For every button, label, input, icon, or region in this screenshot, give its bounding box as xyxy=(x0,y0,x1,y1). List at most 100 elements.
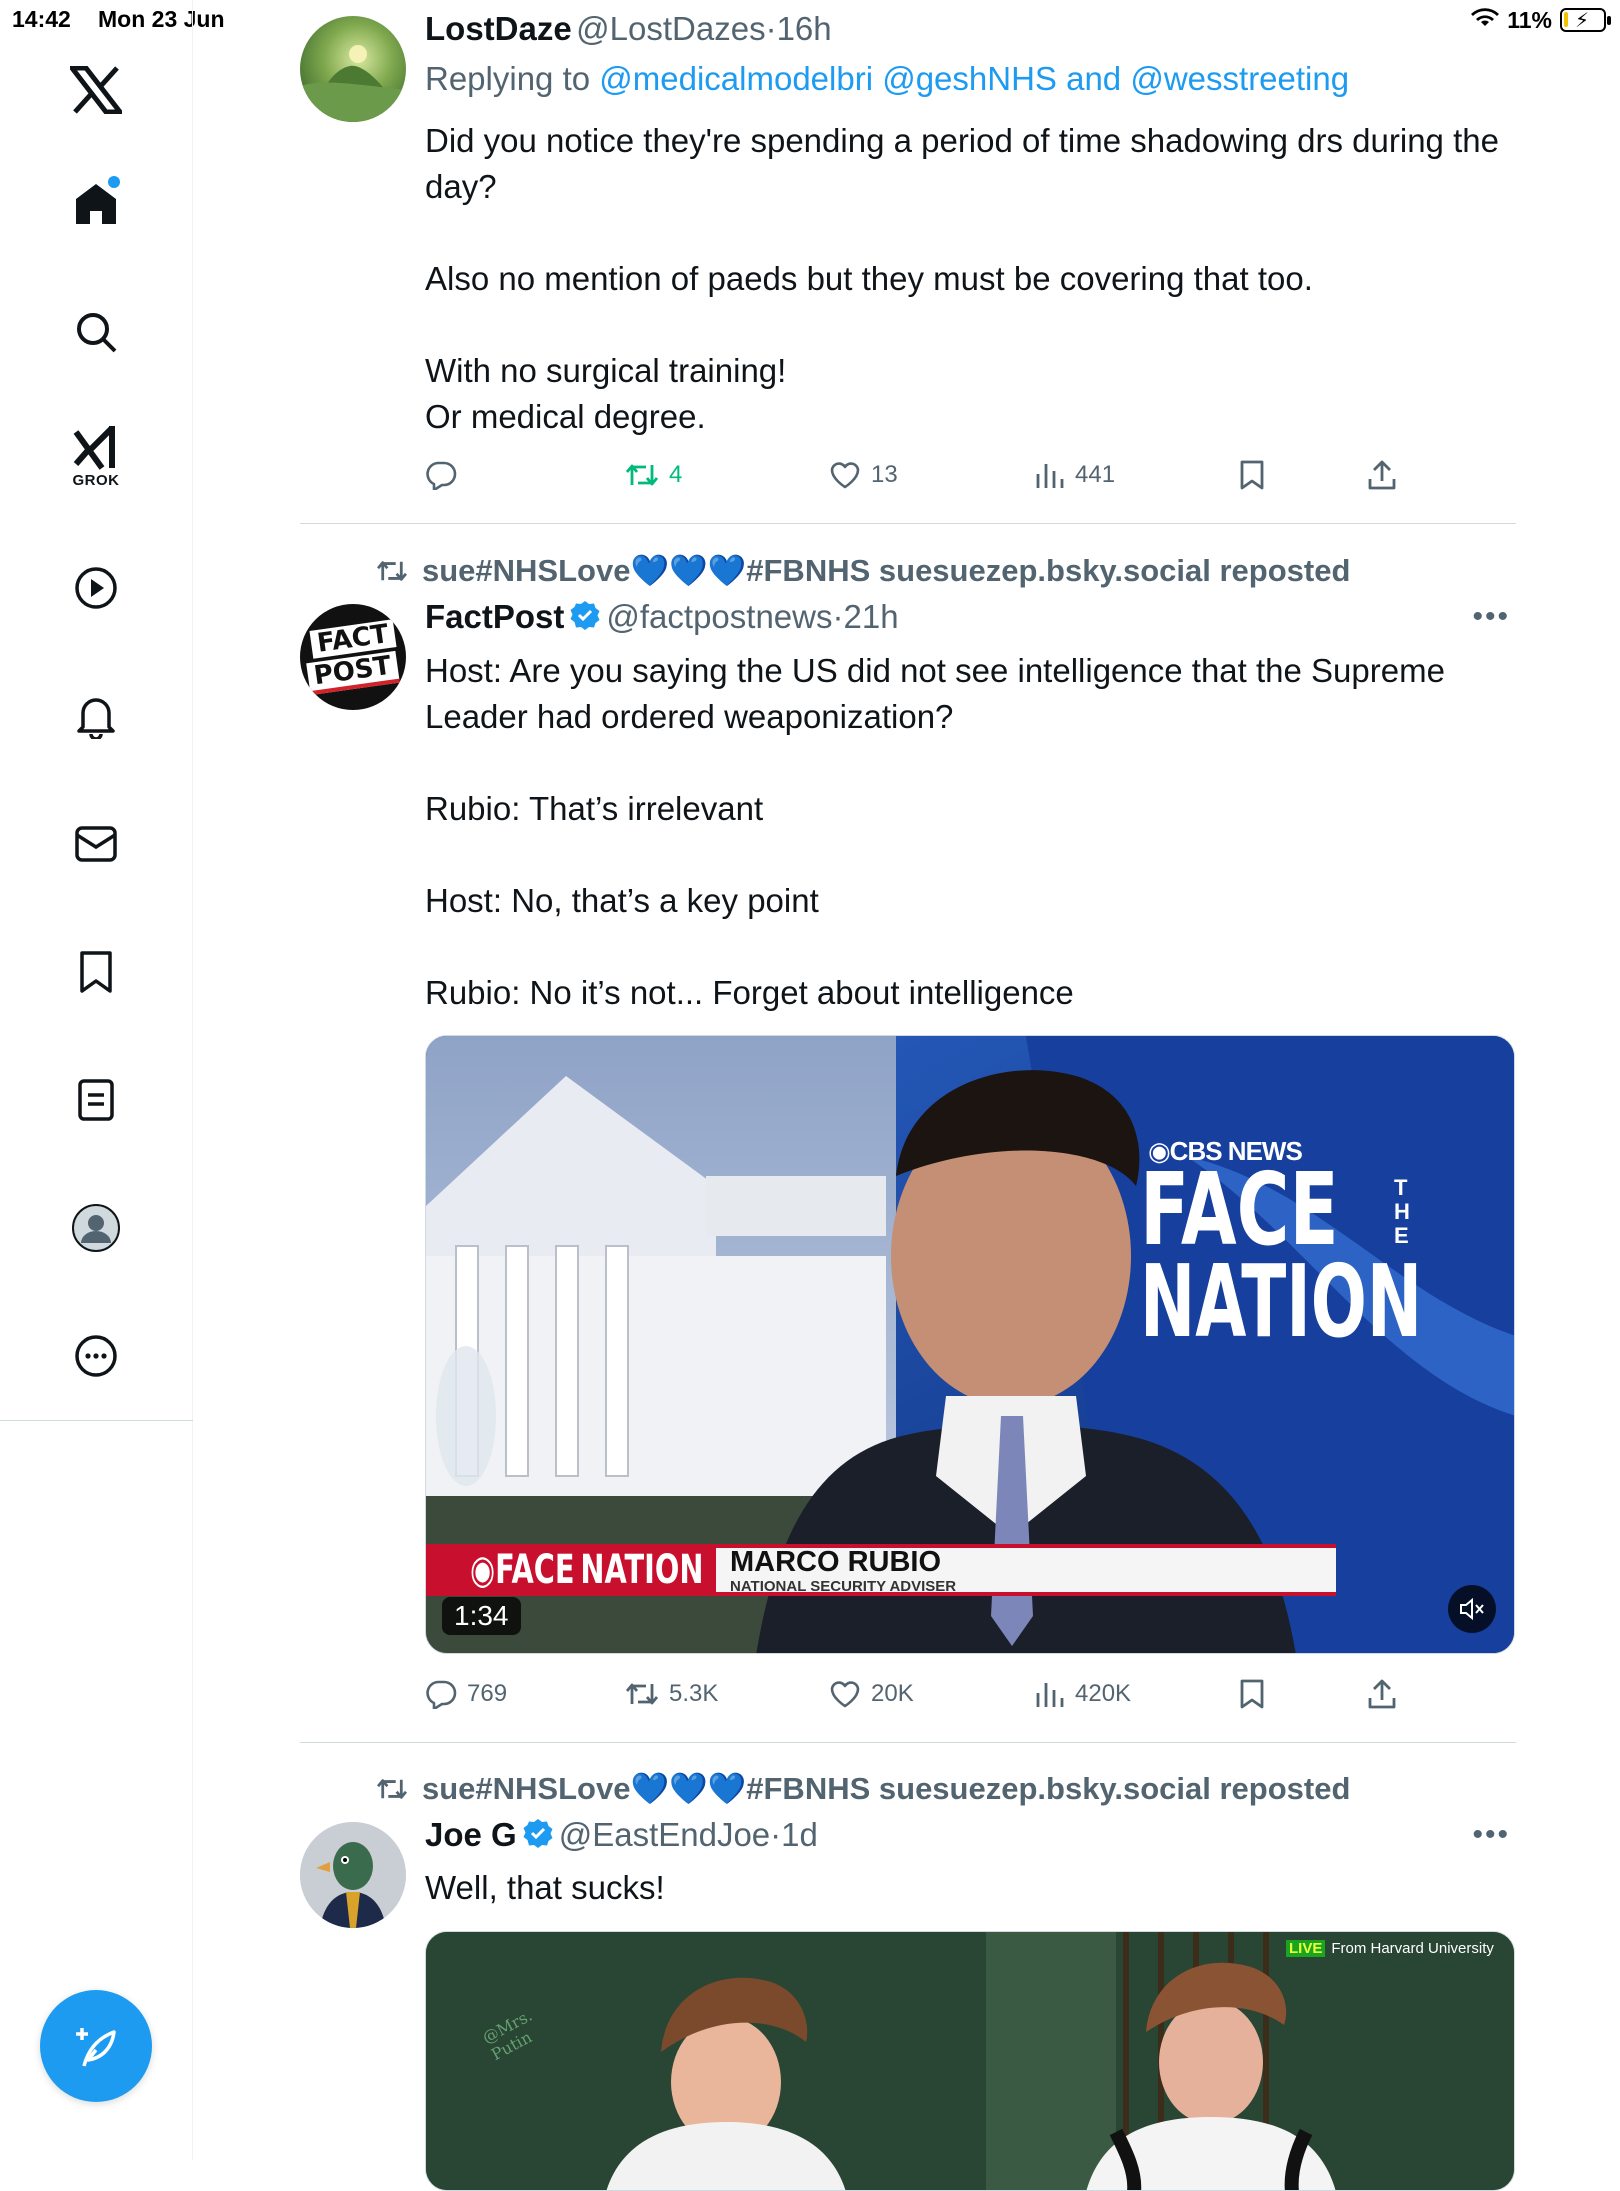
reposted-by[interactable]: sue#NHSLove💙💙💙#FBNHS suesuezep.bsky.soci… xyxy=(422,552,1350,589)
live-badge: LIVE xyxy=(1286,1940,1326,1957)
play-icon xyxy=(75,567,117,609)
like-count: 20K xyxy=(871,1680,914,1707)
sidebar: GROK xyxy=(0,0,193,2160)
guest-name: MARCO RUBIO xyxy=(730,1546,942,1578)
compose-button[interactable] xyxy=(40,1990,152,2102)
tweet-actions: 769 5.3K 20K 420K xyxy=(425,1674,1415,1714)
overlay-text: From Harvard University xyxy=(1331,1940,1494,1957)
heart-icon xyxy=(830,462,860,489)
repost-button[interactable]: 4 xyxy=(625,461,682,489)
tweet-text: Well, that sucks! xyxy=(425,1869,665,1906)
repost-context: sue#NHSLove💙💙💙#FBNHS suesuezep.bsky.soci… xyxy=(376,552,1350,589)
more-options-icon[interactable]: ••• xyxy=(1472,1818,1510,1852)
sidebar-item-notifications[interactable] xyxy=(56,676,136,756)
guest-title: NATIONAL SECURITY ADVISER xyxy=(730,1578,957,1595)
x-logo-icon[interactable] xyxy=(56,50,136,130)
bell-icon xyxy=(77,698,115,739)
video-player[interactable]: ◉CBS NEWS FACE THE NATION ◉FACE NATION M… xyxy=(425,1035,1515,1654)
avatar[interactable]: FACT POST xyxy=(300,604,406,710)
replying-to: Replying to @medicalmodelbri @geshNHS an… xyxy=(425,60,1349,98)
feather-plus-icon xyxy=(76,2028,116,2067)
avatar[interactable] xyxy=(300,16,406,122)
repost-icon xyxy=(625,1683,659,1705)
tweet-text: Did you notice they're spending a period… xyxy=(425,122,1499,435)
display-name[interactable]: Joe G xyxy=(425,1816,517,1854)
share-button[interactable] xyxy=(1367,459,1397,491)
reposted-by[interactable]: sue#NHSLove💙💙💙#FBNHS suesuezep.bsky.soci… xyxy=(422,1770,1350,1807)
handle[interactable]: @EastEndJoe xyxy=(559,1816,770,1854)
grok-label: GROK xyxy=(72,471,120,489)
repost-context: sue#NHSLove💙💙💙#FBNHS suesuezep.bsky.soci… xyxy=(376,1770,1350,1807)
handle[interactable]: @factpostnews xyxy=(606,598,832,636)
display-name[interactable]: LostDaze xyxy=(425,10,572,47)
mute-button[interactable] xyxy=(1448,1585,1496,1633)
bookmark-button[interactable] xyxy=(1239,459,1265,491)
image-overlay: LIVE From Harvard University xyxy=(1286,1940,1494,1957)
heart-icon xyxy=(830,1681,860,1708)
sidebar-item-videos[interactable] xyxy=(56,548,136,628)
repost-icon xyxy=(377,560,407,581)
bookmark-icon xyxy=(1240,1679,1264,1709)
reply-count: 769 xyxy=(467,1680,508,1707)
display-name[interactable]: FactPost xyxy=(425,598,564,636)
repost-button[interactable]: 5.3K xyxy=(625,1680,718,1708)
muted-speaker-icon xyxy=(1460,1597,1484,1621)
tweet-separator xyxy=(300,523,1516,524)
view-count: 441 xyxy=(1075,461,1116,488)
battery-percent: 11% xyxy=(1507,6,1552,33)
reply-button[interactable]: 769 xyxy=(425,1679,507,1709)
sidebar-item-more[interactable] xyxy=(56,1316,136,1396)
more-circle-icon xyxy=(75,1335,117,1377)
like-count: 13 xyxy=(871,461,898,488)
sidebar-item-messages[interactable] xyxy=(56,804,136,884)
tweet-header: Joe G @EastEndJoe · 1d xyxy=(425,1816,818,1854)
show-title-line2: NATION xyxy=(1140,1243,1423,1360)
share-icon xyxy=(1368,460,1396,490)
handle[interactable]: @LostDazes xyxy=(576,10,765,47)
bookmark-icon xyxy=(80,951,112,993)
reply-mentions[interactable]: @medicalmodelbri @geshNHS xyxy=(599,60,1057,97)
sidebar-item-home[interactable] xyxy=(56,164,136,244)
tweet-actions: 4 13 441 xyxy=(425,455,1415,495)
tweet-text: Host: Are you saying the US did not see … xyxy=(425,652,1445,1011)
views-icon xyxy=(1036,464,1064,488)
reply-mention-wes[interactable]: @wesstreeting xyxy=(1130,60,1349,97)
timestamp[interactable]: 16h xyxy=(777,10,832,47)
reply-button[interactable] xyxy=(425,460,467,490)
bookmark-icon xyxy=(1240,460,1264,490)
avatar-icon xyxy=(72,1204,120,1252)
sidebar-item-bookmarks[interactable] xyxy=(56,932,136,1012)
timestamp[interactable]: 21h xyxy=(843,598,898,636)
mail-icon xyxy=(75,826,117,862)
sidebar-item-grok[interactable]: GROK xyxy=(56,416,136,496)
repost-count: 5.3K xyxy=(669,1680,719,1707)
repost-icon xyxy=(625,464,659,486)
list-icon xyxy=(78,1079,114,1121)
search-icon xyxy=(77,313,117,353)
image-frame xyxy=(426,1932,1514,2190)
avatar[interactable] xyxy=(300,1822,406,1928)
sidebar-item-profile[interactable] xyxy=(56,1188,136,1268)
wifi-icon xyxy=(1471,6,1500,34)
video-duration: 1:34 xyxy=(442,1597,521,1635)
grok-icon xyxy=(73,425,115,470)
verified-badge-icon xyxy=(570,600,600,635)
repost-count: 4 xyxy=(669,461,683,488)
sidebar-item-lists[interactable] xyxy=(56,1060,136,1140)
sidebar-divider xyxy=(0,1420,193,1421)
share-button[interactable] xyxy=(1367,1678,1397,1710)
like-button[interactable]: 13 xyxy=(829,460,898,490)
bookmark-button[interactable] xyxy=(1239,1678,1265,1710)
more-options-icon[interactable]: ••• xyxy=(1472,600,1510,634)
views-button[interactable]: 420K xyxy=(1035,1680,1131,1708)
sidebar-item-search[interactable] xyxy=(56,292,136,372)
views-button[interactable]: 441 xyxy=(1035,461,1115,489)
notification-dot xyxy=(108,176,120,188)
tweet-separator xyxy=(300,1742,1516,1743)
tweet-header: FactPost @factpostnews · 21h xyxy=(425,598,899,636)
like-button[interactable]: 20K xyxy=(829,1679,914,1709)
status-right: 11% ⚡ xyxy=(1471,6,1611,34)
timestamp[interactable]: 1d xyxy=(781,1816,818,1854)
repost-icon xyxy=(377,1778,407,1799)
tweet-image[interactable]: LIVE From Harvard University @Mrs. Putin xyxy=(425,1931,1515,2191)
